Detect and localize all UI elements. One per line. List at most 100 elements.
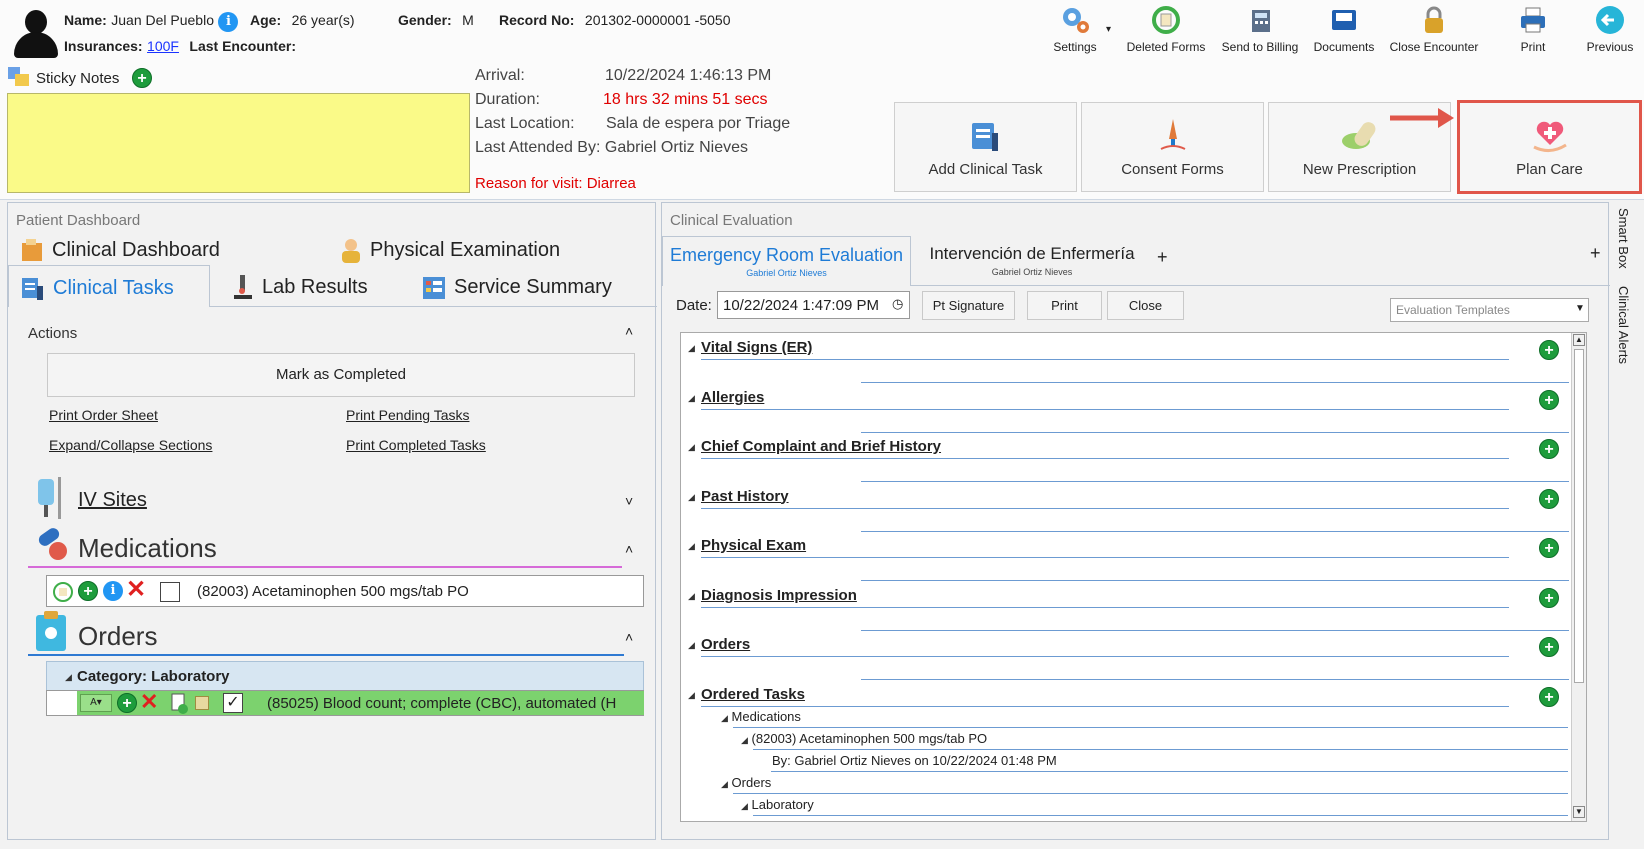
order-note-icon[interactable] [195,696,209,710]
add-order-icon[interactable]: + [117,693,137,713]
section-collapse-icon[interactable]: ◢ [688,591,695,602]
smart-box-tab[interactable]: Smart Box [1616,208,1631,269]
iv-sites-header[interactable]: IV Sites [78,489,147,512]
expand-icon[interactable]: ◢ [741,735,748,745]
add-clinical-task-button[interactable]: Add Clinical Task [894,102,1077,192]
printer-icon [1521,7,1545,33]
tab-intervencion-enfermeria[interactable]: Intervención de Enfermería Gabriel Ortiz… [917,238,1147,277]
add-section-entry-icon[interactable]: + [1539,340,1559,360]
print-completed-tasks-link[interactable]: Print Completed Tasks [346,437,486,453]
medication-checkbox[interactable] [160,582,180,602]
order-document-icon[interactable] [170,693,188,715]
expand-collapse-link[interactable]: Expand/Collapse Sections [49,437,212,453]
plan-care-button[interactable]: Plan Care [1457,100,1642,194]
tab-emergency-room-evaluation[interactable]: Emergency Room Evaluation Gabriel Ortiz … [662,236,911,286]
previous-button[interactable]: Previous [1580,4,1640,60]
add-section-entry-icon[interactable]: + [1539,538,1559,558]
medications-underline [28,566,622,568]
section-collapse-icon[interactable]: ◢ [688,541,695,552]
add-section-entry-icon[interactable]: + [1539,686,1559,707]
evaluation-templates-dropdown[interactable]: Evaluation Templates ▼ [1390,298,1589,322]
add-section-entry-icon[interactable]: + [1539,488,1559,509]
add-clinical-task-label: Add Clinical Task [928,161,1043,178]
eval-section-title[interactable]: Diagnosis Impression [701,587,857,604]
info-icon[interactable]: i [218,12,239,32]
print-button[interactable]: Print [1508,4,1558,60]
scroll-up-icon[interactable]: ▲ [1573,334,1585,346]
tab-lab-results[interactable]: Lab Results [230,273,368,301]
order-category-row[interactable]: ◢ Category: Laboratory [46,661,644,691]
eval-close-button[interactable]: Close [1107,291,1184,320]
eval-section-title[interactable]: Physical Exam [701,537,806,554]
delete-order-icon[interactable]: ✕ [140,690,158,714]
eval-section: ◢ Chief Complaint and Brief History + [681,436,1571,484]
expand-icon[interactable]: ◢ [721,779,728,789]
eval-section-title[interactable]: Allergies [701,389,764,406]
tab-clinical-tasks[interactable]: Clinical Tasks [8,265,210,307]
add-sticky-note-button[interactable]: + [132,68,152,88]
iv-sites-expand-icon[interactable]: ˅ [625,493,633,509]
tab-service-summary[interactable]: Service Summary [420,273,612,301]
history-icon[interactable] [52,581,74,603]
ordered-orders-row: ◢ Orders [721,775,771,790]
ordered-med-item-label: (82003) Acetaminophen 500 mgs/tab PO [751,731,988,746]
section-collapse-icon[interactable]: ◢ [688,393,695,404]
order-checkbox[interactable]: ✓ [223,693,243,713]
section-collapse-icon[interactable]: ◢ [688,640,695,651]
clinical-alerts-tab[interactable]: Clinical Alerts [1616,286,1631,364]
documents-button[interactable]: Documents [1306,4,1382,60]
eval-section-title[interactable]: Past History [701,488,789,505]
actions-collapse-icon[interactable]: ˄ [625,323,633,339]
delete-medication-icon[interactable]: ✕ [126,578,146,602]
section-collapse-icon[interactable]: ◢ [688,442,695,453]
add-medication-icon[interactable]: + [78,581,98,601]
tab-er-eval-author: Gabriel Ortiz Nieves [746,268,827,278]
insurance-row: Insurances: 100F Last Encounter: [64,38,296,56]
evaluation-templates-placeholder: Evaluation Templates [1396,303,1510,317]
eval-section-title[interactable]: Vital Signs (ER) [701,339,812,356]
expand-icon[interactable]: ◢ [741,801,748,811]
date-field[interactable]: 10/22/2024 1:47:09 PM ◷ [717,291,910,319]
send-to-billing-button[interactable]: Send to Billing [1216,4,1304,60]
orders-collapse-icon[interactable]: ˄ [625,629,633,645]
tab-clinical-dashboard[interactable]: Clinical Dashboard [20,237,220,263]
medications-collapse-icon[interactable]: ˄ [625,541,633,557]
add-evaluation-button[interactable]: + [1590,243,1601,264]
add-evaluation-tab-button[interactable]: + [1157,247,1168,268]
consent-forms-button[interactable]: Consent Forms [1081,102,1264,192]
eval-section-title[interactable]: Ordered Tasks [701,686,805,703]
mark-completed-button[interactable]: Mark as Completed [47,353,635,397]
deleted-forms-button[interactable]: Deleted Forms [1124,4,1208,60]
settings-button[interactable]: Settings [1045,4,1105,60]
calendar-icon[interactable]: ◷ [892,296,903,312]
insurance-link[interactable]: 100F [147,38,179,54]
last-encounter-label: Last Encounter: [189,38,296,54]
scroll-thumb[interactable] [1574,349,1584,683]
plan-care-label: Plan Care [1516,161,1583,178]
print-pending-tasks-link[interactable]: Print Pending Tasks [346,407,469,423]
category-collapse-icon[interactable]: ◢ [65,672,72,683]
add-section-entry-icon[interactable]: + [1539,587,1559,608]
expand-icon[interactable]: ◢ [721,713,728,723]
tab-physical-examination[interactable]: Physical Examination [338,237,560,263]
medication-info-icon[interactable]: i [103,581,123,601]
pt-signature-button[interactable]: Pt Signature [922,291,1015,320]
eval-section-title[interactable]: Orders [701,636,750,653]
scroll-down-icon[interactable]: ▼ [1573,806,1585,818]
section-collapse-icon[interactable]: ◢ [688,690,695,701]
add-section-entry-icon[interactable]: + [1539,389,1559,410]
insurances-label: Insurances: [64,38,143,54]
eval-section-title[interactable]: Chief Complaint and Brief History [701,438,941,455]
add-section-entry-icon[interactable]: + [1539,439,1559,459]
sticky-notes-area[interactable] [7,93,470,193]
medication-item-label: (82003) Acetaminophen 500 mgs/tab PO [197,583,469,600]
print-order-sheet-link[interactable]: Print Order Sheet [49,407,158,423]
eval-scrollbar[interactable]: ▲ ▼ [1571,333,1586,821]
eval-print-button[interactable]: Print [1027,291,1102,320]
order-type-dropdown[interactable]: A▾ [80,694,112,712]
close-encounter-button[interactable]: Close Encounter [1388,4,1480,60]
section-collapse-icon[interactable]: ◢ [688,343,695,354]
add-section-entry-icon[interactable]: + [1539,637,1559,657]
settings-dropdown-icon[interactable]: ▾ [1106,24,1111,35]
section-collapse-icon[interactable]: ◢ [688,492,695,503]
